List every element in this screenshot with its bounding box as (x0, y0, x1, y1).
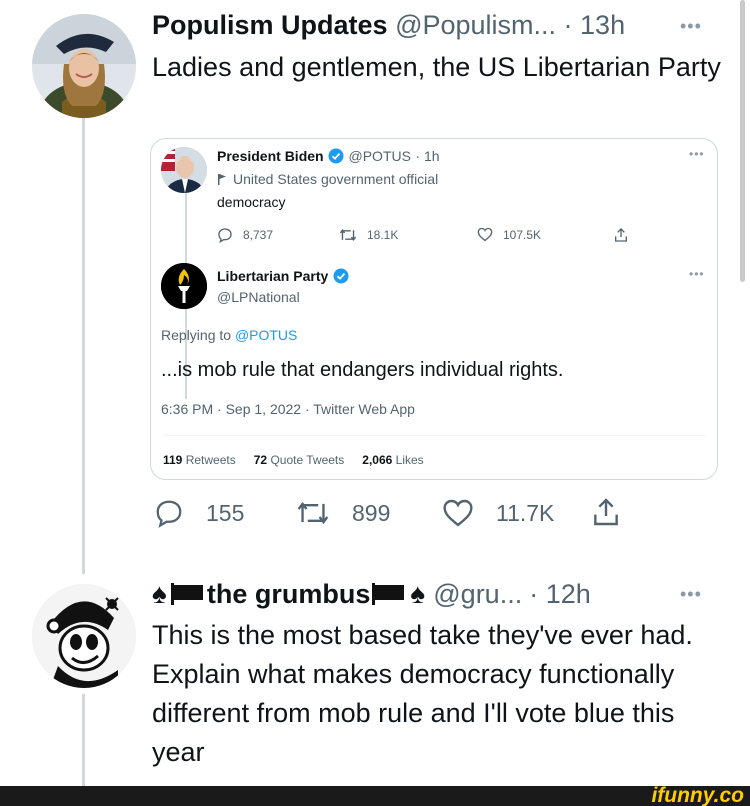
lp-retweets-count: 119 (163, 453, 183, 467)
thread-line-bottom (82, 694, 85, 786)
tweet1-share-button[interactable] (590, 496, 622, 528)
lp-quotes-label: Quote Tweets (270, 453, 345, 467)
quoted-thread-card[interactable]: President Biden @POTUS · 1h ••• United S… (150, 138, 718, 480)
potus-like-stat[interactable]: 107.5K (477, 227, 541, 242)
tweet1-more-icon[interactable]: ••• (680, 16, 702, 37)
potus-photo-icon (161, 147, 207, 193)
tweet2-author-name[interactable]: the grumbus (207, 579, 371, 610)
lp-retweets-stat[interactable]: 119 Retweets (163, 453, 236, 467)
lp-engagement-stats: 119 Retweets 72 Quote Tweets 2,066 Likes (163, 453, 424, 467)
potus-name[interactable]: President Biden (217, 148, 324, 164)
lp-stats-divider (163, 435, 705, 436)
avatar-populism-updates[interactable] (32, 14, 136, 118)
black-flag-icon (170, 583, 203, 605)
potus-more-icon[interactable]: ••• (689, 147, 705, 161)
tweet2-header: ♠ the grumbus ♠ @gru... · 12h (152, 578, 591, 610)
lp-likes-stat[interactable]: 2,066 Likes (362, 453, 423, 467)
tweet1-retweet-button[interactable]: 899 (296, 498, 390, 528)
lp-header: Libertarian Party (217, 268, 349, 286)
potus-tweet-text: democracy (217, 194, 286, 210)
potus-retweet-count: 18.1K (367, 228, 399, 242)
avatar-the-grumbus[interactable] (32, 584, 136, 688)
lp-replying-to: Replying to @POTUS (161, 327, 297, 343)
lp-handle[interactable]: @LPNational (217, 289, 300, 305)
tweet1-retweet-count: 899 (352, 499, 391, 526)
black-flag-icon (372, 583, 405, 605)
lp-likes-count: 2,066 (362, 453, 393, 467)
potus-reply-stat[interactable]: 8,737 (217, 227, 273, 243)
potus-official-label: United States government official (217, 171, 438, 187)
share-icon (594, 498, 618, 526)
torch-logo-icon (161, 263, 207, 309)
verified-badge-icon (333, 268, 349, 284)
lp-name[interactable]: Libertarian Party (217, 268, 328, 284)
tweet1-header: Populism Updates @Populism... · 13h (152, 10, 625, 41)
replying-to-prefix: Replying to (161, 327, 232, 343)
reply-icon (156, 500, 182, 528)
tweet2-more-icon[interactable]: ••• (680, 584, 702, 605)
spade-icon: ♠ (410, 578, 426, 609)
watermark-bar: ifunny.co (0, 784, 750, 806)
potus-like-count: 107.5K (503, 227, 542, 242)
lp-timestamp[interactable]: 6:36 PM · Sep 1, 2022 · Twitter Web App (161, 401, 415, 417)
lp-tweet-text: ...is mob rule that endangers individual… (161, 359, 564, 381)
tweet1-like-count: 11.7K (496, 499, 555, 526)
potus-header: President Biden @POTUS · 1h (217, 148, 440, 166)
scrollbar[interactable] (740, 0, 745, 282)
tweet1-timestamp[interactable]: · 13h (564, 10, 626, 40)
potus-handle[interactable]: @POTUS (349, 148, 411, 164)
tweet1-like-button[interactable]: 11.7K (442, 498, 554, 528)
avatar-libertarian-party[interactable] (161, 263, 207, 309)
potus-time[interactable]: · 1h (415, 148, 439, 164)
potus-label-text: United States government official (233, 171, 439, 187)
heart-icon (477, 227, 493, 242)
tweet2-text: This is the most based take they've ever… (152, 620, 693, 767)
lp-quotes-stat[interactable]: 72 Quote Tweets (254, 453, 345, 467)
potus-share-stat[interactable] (613, 227, 629, 243)
flag-icon (218, 174, 226, 185)
potus-reply-count: 8,737 (243, 228, 274, 242)
reply-icon (218, 228, 232, 243)
tweet1-author-name[interactable]: Populism Updates (152, 10, 388, 40)
cartoon-avatar-icon (32, 584, 136, 688)
lp-retweets-label: Retweets (185, 453, 236, 467)
heart-icon (443, 499, 473, 527)
lp-more-icon[interactable]: ••• (689, 267, 705, 281)
profile-photo-icon (32, 14, 136, 118)
tweet1-text: Ladies and gentlemen, the US Libertarian… (152, 52, 721, 82)
tweet1-reply-button[interactable]: 155 (154, 498, 244, 528)
spade-icon: ♠ (152, 578, 167, 609)
ifunny-watermark: ifunny.co (651, 784, 744, 806)
share-icon (615, 228, 627, 242)
tweet1-author-handle[interactable]: @Populism... (395, 10, 556, 40)
retweet-icon (297, 501, 329, 525)
avatar-potus[interactable] (161, 147, 207, 193)
retweet-icon (339, 229, 357, 241)
thread-line-top (82, 118, 85, 574)
tweet1-reply-count: 155 (206, 499, 245, 526)
potus-retweet-stat[interactable]: 18.1K (339, 227, 398, 243)
lp-quotes-count: 72 (253, 453, 268, 467)
lp-likes-label: Likes (395, 453, 424, 467)
replying-to-handle[interactable]: @POTUS (235, 327, 297, 343)
tweet2-author-handle[interactable]: @gru... (433, 579, 522, 610)
verified-badge-icon (328, 148, 344, 164)
tweet2-timestamp[interactable]: · 12h (529, 579, 591, 610)
